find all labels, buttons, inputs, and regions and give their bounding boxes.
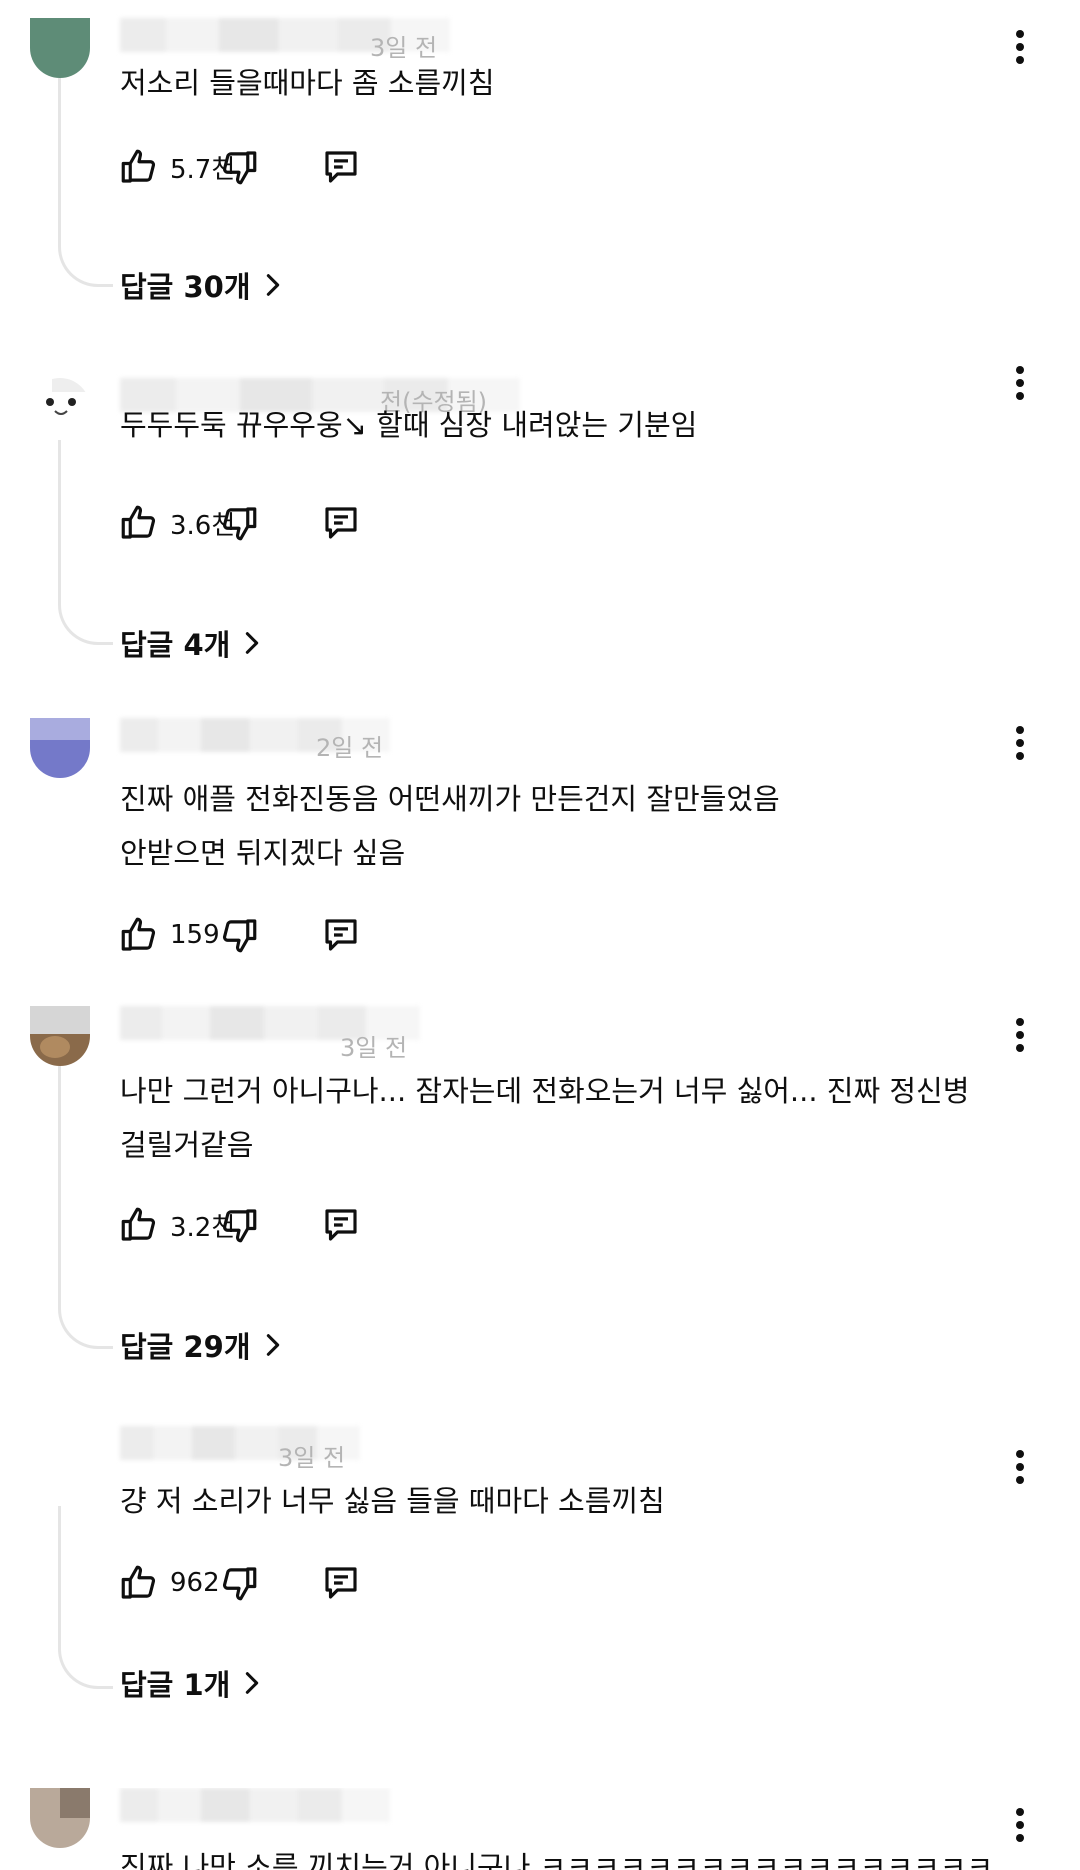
avatar[interactable] bbox=[30, 1006, 90, 1066]
comment-item: 진짜 나만 소름 끼치는거 아니구나 ㅋㅋㅋㅋㅋㅋㅋㅋㅋㅋㅋㅋㅋㅋㅋㅋㅋ bbox=[0, 1788, 1080, 1870]
more-vert-icon bbox=[1016, 1018, 1024, 1052]
dislike-button[interactable] bbox=[218, 142, 260, 192]
dislike-button[interactable] bbox=[218, 910, 260, 960]
dislike-button[interactable] bbox=[218, 1200, 260, 1250]
thumbs-down-icon bbox=[222, 507, 257, 541]
reply-button[interactable] bbox=[320, 1200, 362, 1250]
replies-count-label: 답글 4개 bbox=[120, 628, 231, 662]
thread-line bbox=[58, 1066, 113, 1349]
view-replies-button[interactable]: 답글 29개 bbox=[120, 1320, 287, 1370]
thumbs-down-icon bbox=[222, 151, 257, 185]
comments-feed: 3일 전 저소리 들을때마다 좀 소름끼침 5.7천 답글 30개 전(수정됨)… bbox=[0, 0, 1080, 1870]
avatar-top-band bbox=[30, 1006, 90, 1034]
thumbs-up-icon bbox=[121, 1565, 156, 1599]
more-vert-icon bbox=[1016, 1808, 1024, 1842]
thumbs-down-icon bbox=[222, 919, 257, 953]
avatar-photo-detail bbox=[40, 1036, 70, 1058]
comment-actions: 3.2천 bbox=[118, 1200, 448, 1250]
comment-text-line: 걸릴거같음 bbox=[120, 1128, 254, 1162]
avatar-face-icon bbox=[46, 378, 90, 415]
like-button[interactable]: 159 bbox=[118, 910, 220, 960]
comment-actions: 5.7천 bbox=[118, 142, 448, 192]
dislike-button[interactable] bbox=[218, 1558, 260, 1608]
avatar[interactable] bbox=[30, 378, 90, 438]
thumbs-down-icon bbox=[222, 1209, 257, 1243]
replies-count-label: 답글 29개 bbox=[120, 1330, 251, 1364]
reply-button[interactable] bbox=[320, 498, 362, 548]
avatar-top-band bbox=[30, 718, 90, 740]
comment-text: 두두두둑 뀨우우웅↘ 할때 심장 내려앉는 기분임 bbox=[120, 408, 698, 442]
comment-actions: 3.6천 bbox=[118, 498, 448, 548]
view-replies-button[interactable]: 답글 30개 bbox=[120, 260, 287, 310]
avatar[interactable] bbox=[30, 1788, 90, 1848]
thread-line bbox=[58, 440, 113, 645]
view-replies-button[interactable]: 답글 4개 bbox=[120, 618, 266, 668]
thumbs-up-icon bbox=[121, 917, 156, 951]
comment-text: 걍 저 소리가 너무 싫음 들을 때마다 소름끼침 bbox=[120, 1484, 665, 1518]
author-name-blurred[interactable] bbox=[120, 1788, 390, 1822]
comment-timestamp: 2일 전 bbox=[316, 734, 384, 762]
comment-actions: 962 bbox=[118, 1558, 448, 1608]
comment-timestamp: 3일 전 bbox=[278, 1444, 346, 1472]
replies-count-label: 답글 1개 bbox=[120, 1668, 231, 1702]
replies-count-label: 답글 30개 bbox=[120, 270, 251, 304]
comment-text: 저소리 들을때마다 좀 소름끼침 bbox=[120, 66, 495, 100]
comment-icon bbox=[325, 1209, 357, 1241]
more-options-button[interactable] bbox=[1000, 1010, 1040, 1060]
comment-icon bbox=[325, 919, 357, 951]
avatar[interactable] bbox=[30, 718, 90, 778]
avatar[interactable] bbox=[30, 18, 90, 78]
comment-text-line: 안받으면 뒤지겠다 싶음 bbox=[120, 836, 406, 870]
thread-line bbox=[58, 78, 113, 287]
thumbs-down-icon bbox=[222, 1567, 257, 1601]
comment-icon bbox=[325, 1567, 357, 1599]
more-options-button[interactable] bbox=[1000, 718, 1040, 768]
more-vert-icon bbox=[1016, 726, 1024, 760]
more-vert-icon bbox=[1016, 366, 1024, 400]
thumbs-up-icon bbox=[121, 149, 156, 183]
avatar-photo-detail bbox=[60, 1788, 90, 1818]
comment-icon bbox=[325, 507, 357, 539]
reply-button[interactable] bbox=[320, 1558, 362, 1608]
dislike-button[interactable] bbox=[218, 498, 260, 548]
comment-timestamp: 3일 전 bbox=[340, 1034, 408, 1062]
chevron-right-icon bbox=[246, 1672, 259, 1694]
thumbs-up-icon bbox=[121, 1207, 156, 1241]
like-button[interactable]: 962 bbox=[118, 1558, 220, 1608]
like-count: 962 bbox=[170, 1568, 220, 1598]
comment-actions: 159 bbox=[118, 910, 448, 960]
view-replies-button[interactable]: 답글 1개 bbox=[120, 1658, 266, 1708]
like-count: 159 bbox=[170, 920, 220, 950]
comment-text-line: 나만 그런거 아니구나... 잠자는데 전화오는거 너무 싫어... 진짜 정신… bbox=[120, 1074, 970, 1108]
chevron-right-icon bbox=[266, 274, 279, 296]
comment-text-line: 진짜 애플 전화진동음 어떤새끼가 만든건지 잘만들었음 bbox=[120, 782, 780, 816]
comment-icon bbox=[325, 151, 357, 183]
reply-button[interactable] bbox=[320, 142, 362, 192]
chevron-right-icon bbox=[266, 1334, 279, 1356]
thumbs-up-icon bbox=[121, 505, 156, 539]
thread-line bbox=[58, 1506, 113, 1689]
chevron-right-icon bbox=[246, 632, 259, 654]
reply-button[interactable] bbox=[320, 910, 362, 960]
comment-text: 진짜 나만 소름 끼치는거 아니구나 ㅋㅋㅋㅋㅋㅋㅋㅋㅋㅋㅋㅋㅋㅋㅋㅋㅋ bbox=[120, 1850, 994, 1870]
